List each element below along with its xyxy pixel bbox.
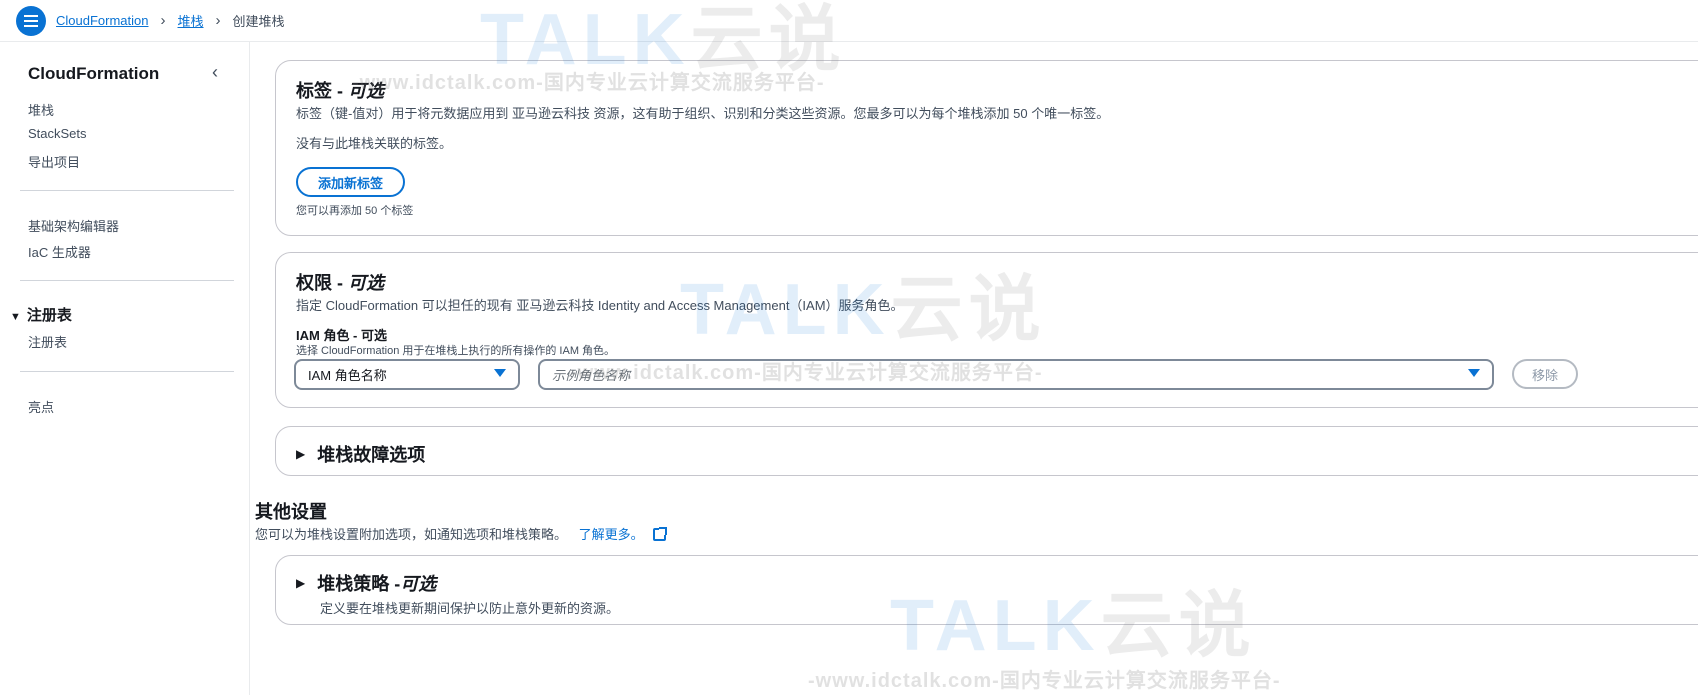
chevron-right-icon: › [215,12,221,29]
breadcrumb-cloudformation[interactable]: CloudFormation [56,13,149,28]
sidebar-item-stacksets[interactable]: StackSets [28,126,87,141]
iam-role-hint: 选择 CloudFormation 用于在堆栈上执行的所有操作的 IAM 角色。 [296,345,616,357]
caret-right-icon: ▶ [296,447,306,461]
caret-down-icon: ▼ [10,311,21,323]
sidebar-divider [20,371,234,372]
other-settings-description: 您可以为堆栈设置附加选项，如通知选项和堆栈策略。 了解更多。 [255,524,668,543]
chevron-right-icon: › [160,12,166,29]
caret-down-icon [494,369,506,377]
sidebar-item-registry[interactable]: 注册表 [28,332,67,351]
breadcrumb-current: 创建堆栈 [232,14,285,29]
iam-role-type-select[interactable]: IAM 角色名称 [294,359,520,390]
other-settings-heading: 其他设置 [255,502,327,522]
tags-description: 标签（键-值对）用于将元数据应用到 亚马逊云科技 资源，这有助于组织、识别和分类… [296,106,1110,121]
side-navigation: CloudFormation ‹ 堆栈 StackSets 导出项目 基础架构编… [0,42,250,695]
sidebar-item-exports[interactable]: 导出项目 [28,152,80,171]
permissions-panel: 权限 - 可选 指定 CloudFormation 可以担任的现有 亚马逊云科技… [275,252,1698,408]
stack-failure-expander[interactable]: ▶ 堆栈故障选项 [296,441,425,467]
permissions-description: 指定 CloudFormation 可以担任的现有 亚马逊云科技 Identit… [296,298,904,313]
stack-failure-panel: ▶ 堆栈故障选项 [275,426,1698,476]
stack-policy-panel: ▶ 堆栈策略 - 可选 定义要在堆栈更新期间保护以防止意外更新的资源。 [275,555,1698,625]
breadcrumb: CloudFormation › 堆栈 › 创建堆栈 [56,11,285,30]
chevron-left-icon[interactable]: ‹ [212,62,218,83]
caret-right-icon: ▶ [296,576,306,590]
sidebar-section-registry[interactable]: ▼ 注册表 [10,304,72,325]
caret-down-icon [1468,369,1480,377]
stack-policy-expander[interactable]: ▶ 堆栈策略 - 可选 [296,570,436,596]
sidebar-item-highlights[interactable]: 亮点 [28,397,54,416]
menu-toggle-button[interactable] [16,5,46,36]
sidebar-divider [20,190,234,191]
sidebar-item-infra-composer[interactable]: 基础架构编辑器 [28,216,119,235]
remove-role-button[interactable]: 移除 [1512,359,1578,389]
learn-more-link[interactable]: 了解更多。 [579,527,644,542]
tags-empty-text: 没有与此堆栈关联的标签。 [296,136,453,151]
main-content: 标签 - 可选 标签（键-值对）用于将元数据应用到 亚马逊云科技 资源，这有助于… [251,42,1698,695]
tags-hint: 您可以再添加 50 个标签 [296,205,414,217]
breadcrumb-stacks[interactable]: 堆栈 [178,11,204,30]
sidebar-title[interactable]: CloudFormation [28,64,159,84]
sidebar-item-stacks[interactable]: 堆栈 [28,100,54,119]
sidebar-divider [20,280,234,281]
hamburger-icon [24,19,38,22]
external-link-icon [653,527,668,541]
tags-panel: 标签 - 可选 标签（键-值对）用于将元数据应用到 亚马逊云科技 资源，这有助于… [275,60,1698,236]
iam-role-name-select[interactable]: 示例角色名称 [538,359,1494,390]
permissions-title: 权限 - 可选 [296,273,384,293]
add-tag-button[interactable]: 添加新标签 [296,167,406,197]
top-navigation: CloudFormation › 堆栈 › 创建堆栈 [0,0,1698,42]
sidebar-item-iac-generator[interactable]: IaC 生成器 [28,242,91,261]
tags-title: 标签 - 可选 [296,81,384,101]
stack-policy-description: 定义要在堆栈更新期间保护以防止意外更新的资源。 [320,601,620,616]
